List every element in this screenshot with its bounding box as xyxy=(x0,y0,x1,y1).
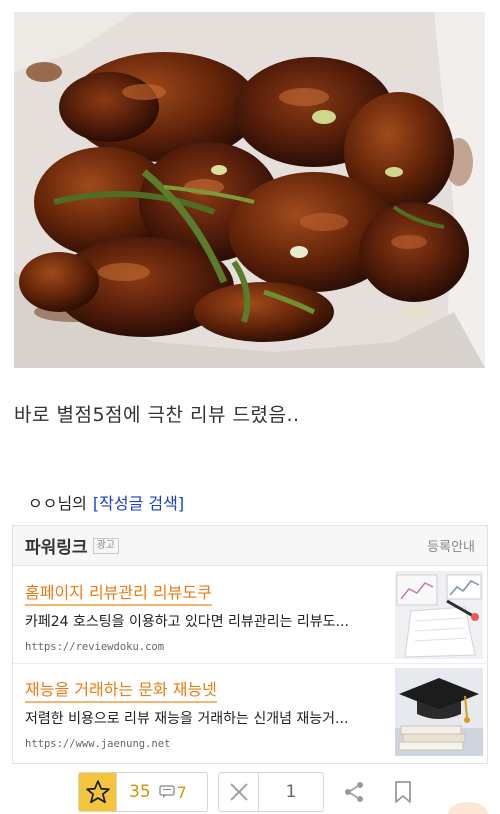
share-button[interactable] xyxy=(340,778,368,806)
share-icon xyxy=(345,782,363,802)
post-action-bar: 35 7 1 xyxy=(0,768,500,814)
fried-chicken-image xyxy=(14,12,485,368)
like-box: 35 7 xyxy=(78,772,208,812)
powerlink-title: 파워링크 xyxy=(25,538,88,558)
register-info-link[interactable]: 등록안내 xyxy=(427,536,475,555)
powerlink-ad-box: 파워링크 광고 등록안내 홈페이지 리뷰관리 리뷰도쿠 카페24 호스팅을 이용… xyxy=(12,525,489,764)
comment-count: 7 xyxy=(176,782,187,802)
ad-url: https://reviewdoku.com xyxy=(25,641,165,653)
ad-thumbnail[interactable] xyxy=(395,668,483,756)
comment-button[interactable]: 7 xyxy=(158,782,187,802)
bookmark-button[interactable] xyxy=(390,778,416,806)
author-posts-search-link[interactable]: [작성글 검색] xyxy=(93,490,184,514)
like-button[interactable] xyxy=(79,773,117,811)
like-count: 35 xyxy=(129,782,151,802)
post-photo[interactable] xyxy=(14,12,485,368)
downvote-button[interactable] xyxy=(219,773,259,811)
ad-url: https://www.jaenung.net xyxy=(25,738,171,750)
comment-icon xyxy=(158,785,175,798)
powerlink-header: 파워링크 광고 등록안내 xyxy=(13,526,487,566)
bookmark-icon xyxy=(395,781,411,803)
star-icon xyxy=(85,780,110,804)
ad-description: 카페24 호스팅을 이용하고 있다면 리뷰관리는 리뷰도... xyxy=(25,614,349,630)
ad-item[interactable]: 홈페이지 리뷰관리 리뷰도쿠 카페24 호스팅을 이용하고 있다면 리뷰관리는 … xyxy=(13,567,489,663)
ad-thumbnail[interactable] xyxy=(395,571,483,659)
post-body-text: 바로 별점5점에 극찬 리뷰 드렸음.. xyxy=(14,404,300,426)
author-name[interactable]: ㅇㅇ님의 xyxy=(28,490,87,514)
author-line: ㅇㅇ님의 [작성글 검색] xyxy=(28,490,184,514)
vote-box: 1 xyxy=(218,772,324,812)
ad-title[interactable]: 홈페이지 리뷰관리 리뷰도쿠 xyxy=(25,579,212,606)
ad-badge: 광고 xyxy=(92,537,119,554)
close-icon xyxy=(229,783,248,801)
ad-item[interactable]: 재능을 거래하는 문화 재능넷 저렴한 비용으로 리뷰 재능을 거래하는 신개념… xyxy=(13,663,489,759)
ad-title[interactable]: 재능을 거래하는 문화 재능넷 xyxy=(25,676,217,703)
graduation-cap-image xyxy=(395,668,483,756)
notebook-image xyxy=(395,571,483,659)
vote-count: 1 xyxy=(285,782,297,802)
ad-description: 저렴한 비용으로 리뷰 재능을 거래하는 신개념 재능거... xyxy=(25,711,349,727)
